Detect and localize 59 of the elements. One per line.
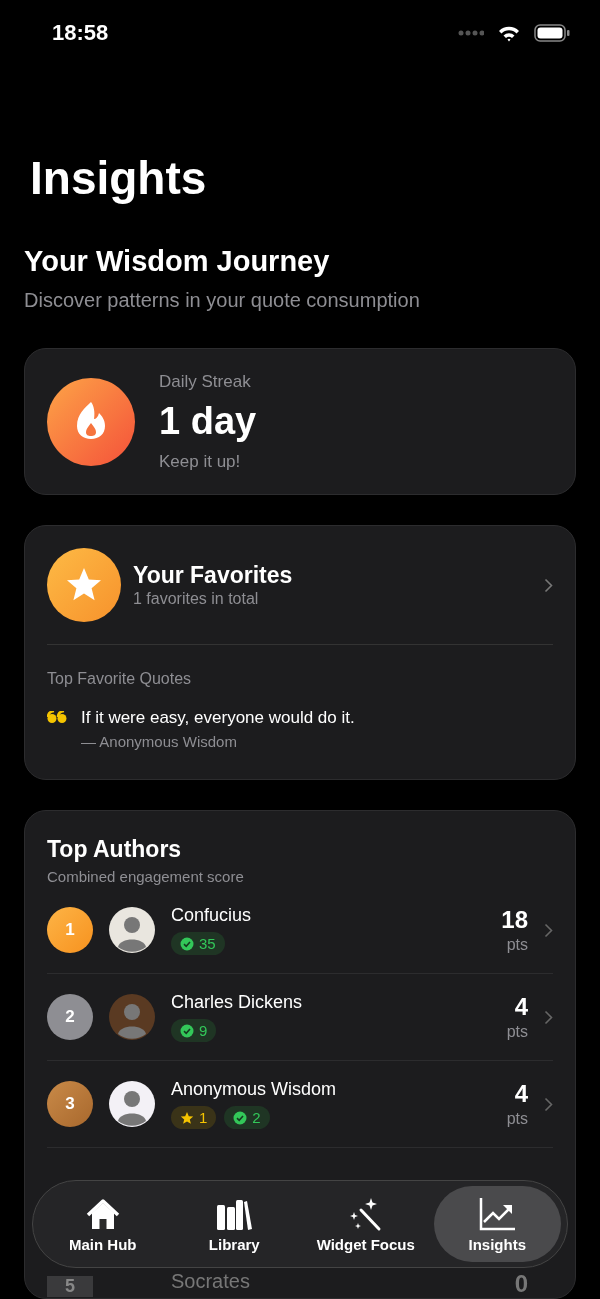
status-time: 18:58 — [52, 20, 109, 46]
streak-value: 1 day — [159, 398, 257, 444]
rank-number: 5 — [47, 1276, 93, 1297]
signal-icon — [458, 30, 484, 36]
favorite-count: 1 — [171, 1106, 217, 1129]
rank-badge: 1 — [47, 907, 93, 953]
read-count: 35 — [171, 932, 225, 955]
quote-text: If it were easy, everyone would do it. — [81, 707, 355, 729]
author-name: Confucius — [171, 905, 253, 926]
flame-icon — [47, 377, 135, 466]
streak-note: Keep it up! — [159, 450, 242, 473]
score-value: 4 — [514, 1080, 528, 1108]
authors-subtitle: Combined engagement score — [47, 867, 245, 887]
favorites-count: 1 favorites in total — [133, 589, 260, 609]
section-title: Your Wisdom Journey — [24, 244, 331, 278]
read-count: 9 — [171, 1019, 217, 1042]
tab-item[interactable]: Insights — [433, 1186, 561, 1262]
rank-badge: 3 — [47, 1081, 93, 1127]
chevron-icon — [544, 1009, 553, 1025]
check-icon — [233, 1110, 248, 1125]
streak-label: Daily Streak — [159, 370, 252, 393]
favorites-row[interactable]: Your Favorites 1 favorites in total — [47, 548, 553, 622]
author-row[interactable]: 5 Socrates 0 — [47, 1270, 553, 1298]
score-value: 0 — [514, 1270, 528, 1298]
rank-badge: 2 — [47, 994, 93, 1040]
avatar — [109, 994, 155, 1040]
score-unit: pts — [506, 1110, 528, 1128]
section-subtitle: Discover patterns in your quote consumption — [24, 288, 421, 312]
score-unit: pts — [506, 1023, 528, 1041]
score-unit: pts — [506, 936, 528, 954]
quote-author: — Anonymous Wisdom — [81, 733, 238, 750]
author-row[interactable]: 1 Confucius 35 18 pts — [47, 887, 553, 974]
author-row[interactable]: 2 Charles Dickens 9 4 pts — [47, 974, 553, 1061]
quotes-heading: Top Favorite Quotes — [47, 669, 193, 689]
check-icon — [180, 1023, 194, 1038]
avatar — [109, 907, 155, 953]
avatar — [109, 1081, 155, 1127]
page-title: Insights — [30, 151, 207, 205]
chevron-icon — [544, 1096, 553, 1112]
authors-title: Top Authors — [47, 835, 183, 863]
author-name: Charles Dickens — [171, 992, 304, 1013]
wifi-icon — [498, 24, 520, 42]
author-row[interactable]: 3 Anonymous Wisdom 1 2 4 pts — [47, 1061, 553, 1148]
chevron-icon — [544, 922, 553, 938]
author-name: Anonymous Wisdom — [171, 1079, 338, 1100]
battery-icon — [534, 24, 570, 42]
score-value: 18 — [501, 906, 528, 934]
author-name: Socrates — [171, 1270, 251, 1293]
check-icon — [180, 936, 194, 951]
chart-icon — [478, 1195, 517, 1232]
favorites-title: Your Favorites — [133, 561, 294, 589]
tab-item[interactable]: Main Hub — [39, 1186, 167, 1262]
star-icon — [180, 1110, 194, 1125]
tab-item[interactable]: Widget Focus — [302, 1186, 430, 1262]
chevron-icon — [544, 577, 553, 593]
score-value: 4 — [514, 993, 528, 1021]
quote-mark-icon — [47, 711, 67, 723]
tab-item[interactable]: Library — [170, 1186, 298, 1262]
read-count: 2 — [224, 1106, 270, 1129]
